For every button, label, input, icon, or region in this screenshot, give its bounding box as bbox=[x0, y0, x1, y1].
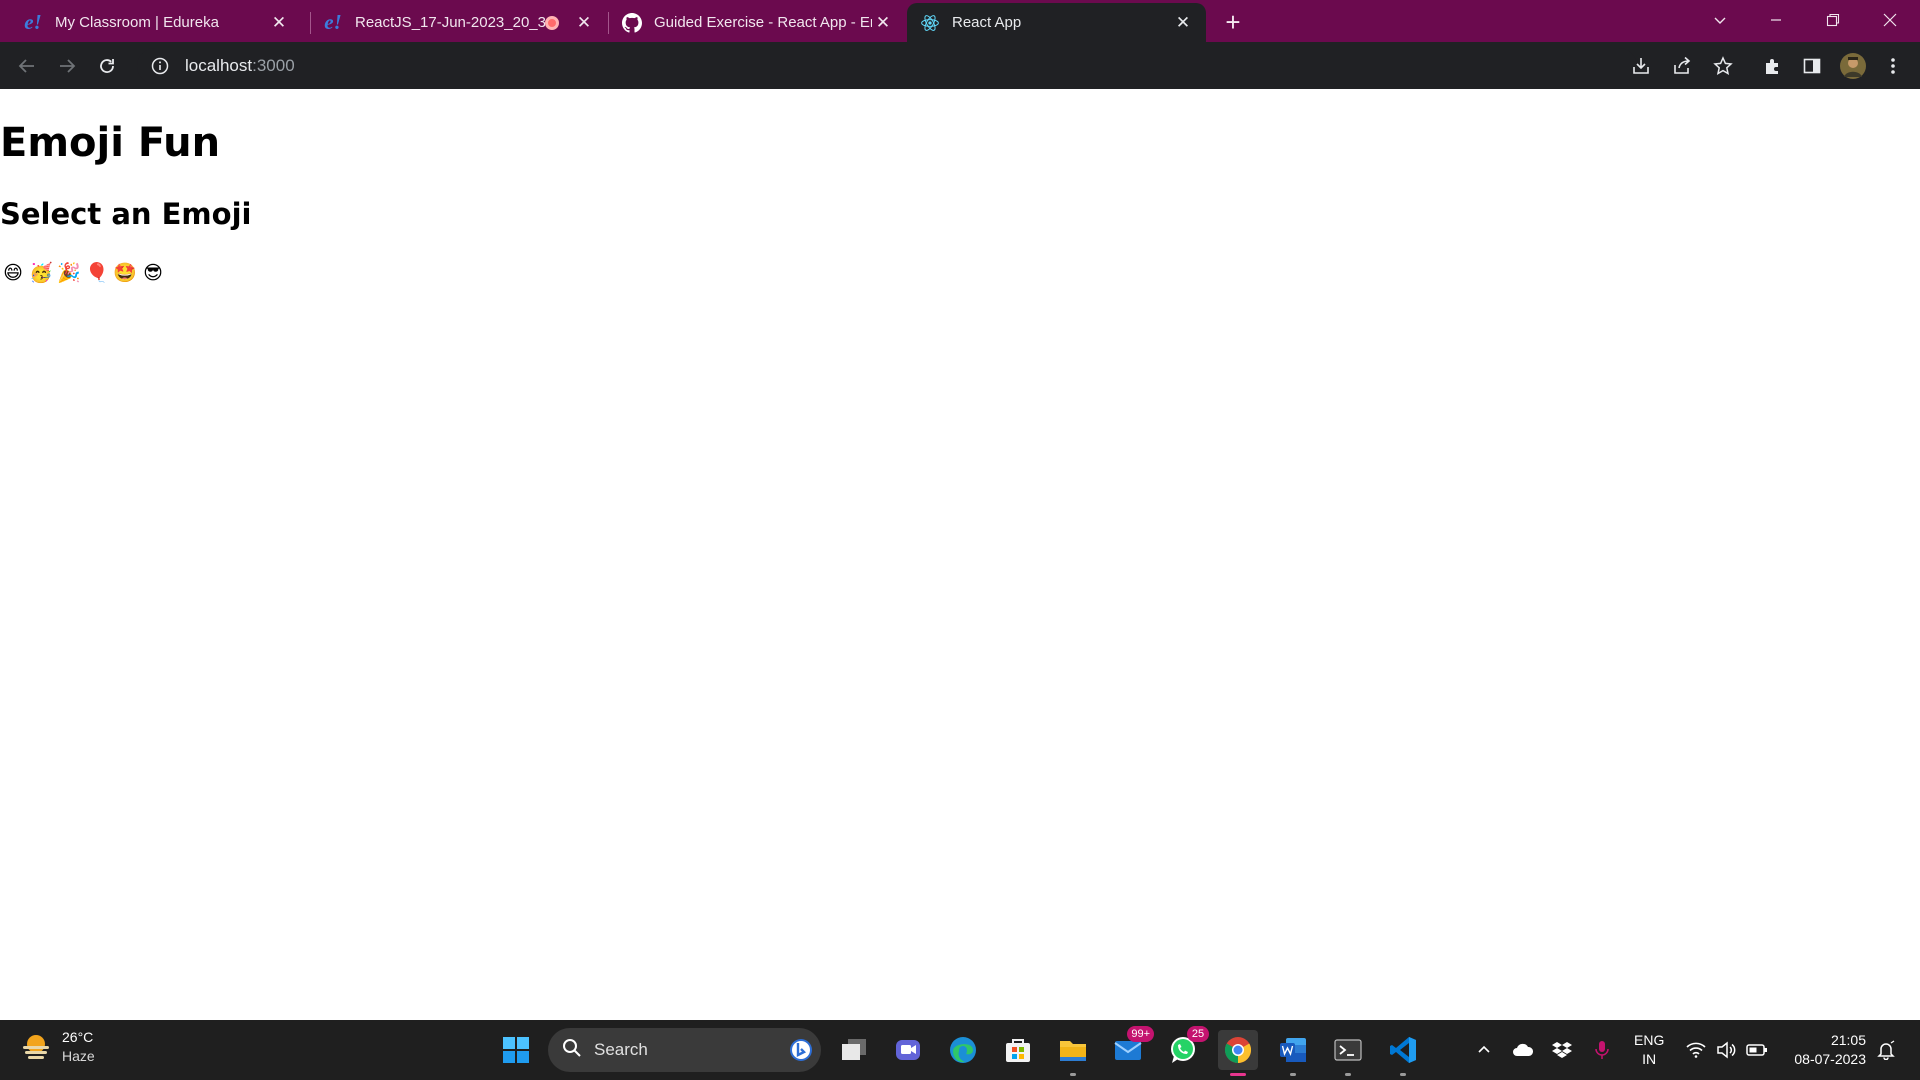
vscode-icon[interactable] bbox=[1383, 1030, 1423, 1076]
emoji-list: 😄 🥳 🎉 🎈 🤩 😎 bbox=[2, 263, 164, 285]
word-icon[interactable] bbox=[1273, 1030, 1313, 1076]
url-port: :3000 bbox=[252, 56, 295, 75]
language-region: IN bbox=[1642, 1051, 1657, 1067]
task-view-icon[interactable] bbox=[834, 1030, 874, 1070]
edureka-logo-icon: e! bbox=[324, 10, 342, 34]
running-indicator bbox=[1230, 1073, 1246, 1076]
side-panel-icon[interactable] bbox=[1797, 51, 1827, 81]
react-icon bbox=[919, 12, 941, 34]
page-subtitle: Select an Emoji bbox=[0, 197, 252, 231]
whatsapp-unread-badge: 25 bbox=[1187, 1026, 1209, 1042]
recording-icon bbox=[545, 15, 559, 30]
teams-chat-icon[interactable] bbox=[888, 1030, 928, 1070]
show-hidden-icons-chevron-icon[interactable] bbox=[1472, 1038, 1496, 1062]
emoji-balloon[interactable]: 🎈 bbox=[85, 263, 109, 285]
file-explorer-icon[interactable] bbox=[1053, 1030, 1093, 1076]
bing-icon[interactable] bbox=[789, 1038, 813, 1067]
emoji-sunglasses[interactable]: 😎 bbox=[142, 263, 164, 285]
microphone-icon[interactable] bbox=[1590, 1038, 1614, 1062]
tab-reactjs-recording[interactable]: e! ReactJS_17-Jun-2023_20_30 ✕ bbox=[310, 3, 607, 42]
tab-my-classroom[interactable]: e! My Classroom | Edureka ✕ bbox=[0, 3, 302, 42]
weather-description: Haze bbox=[62, 1048, 95, 1064]
menu-kebab-icon[interactable] bbox=[1878, 51, 1908, 81]
clock-time: 21:05 bbox=[1830, 1032, 1866, 1048]
address-bar[interactable]: localhost:3000 bbox=[137, 48, 1637, 84]
edureka-logo-icon: e! bbox=[24, 10, 42, 34]
emoji-star-struck[interactable]: 🤩 bbox=[113, 263, 137, 285]
page-title: Emoji Fun bbox=[0, 120, 221, 166]
forward-button[interactable] bbox=[51, 50, 83, 82]
close-icon[interactable]: ✕ bbox=[872, 12, 894, 34]
install-app-icon[interactable] bbox=[1626, 51, 1656, 81]
tab-title: My Classroom | Edureka bbox=[55, 14, 219, 31]
input-language-indicator[interactable]: ENG IN bbox=[1634, 1031, 1664, 1069]
system-clock[interactable]: 21:05 08-07-2023 bbox=[1786, 1031, 1866, 1069]
terminal-icon[interactable] bbox=[1328, 1030, 1368, 1076]
back-button[interactable] bbox=[11, 50, 43, 82]
profile-avatar[interactable] bbox=[1838, 51, 1868, 81]
info-icon[interactable] bbox=[150, 56, 170, 76]
whatsapp-icon[interactable]: 25 bbox=[1163, 1026, 1209, 1070]
weather-temperature: 26°C bbox=[62, 1029, 94, 1045]
emoji-grinning[interactable]: 😄 bbox=[2, 263, 24, 285]
tab-guided-exercise[interactable]: Guided Exercise - React App - Em ✕ bbox=[609, 3, 906, 42]
mail-icon[interactable]: 99+ bbox=[1108, 1026, 1154, 1070]
mail-unread-badge: 99+ bbox=[1127, 1026, 1154, 1042]
github-icon bbox=[621, 12, 643, 34]
close-icon[interactable]: ✕ bbox=[1172, 12, 1194, 34]
new-tab-button[interactable]: + bbox=[1218, 7, 1248, 37]
running-indicator bbox=[1070, 1073, 1076, 1076]
page-content: Emoji Fun Select an Emoji 😄 🥳 🎉 🎈 🤩 😎 bbox=[0, 89, 1920, 1020]
onedrive-cloud-icon[interactable] bbox=[1510, 1038, 1536, 1062]
close-icon[interactable]: ✕ bbox=[268, 12, 290, 34]
tab-title: Guided Exercise - React App - Em bbox=[654, 14, 872, 31]
url-text: localhost:3000 bbox=[185, 56, 295, 76]
weather-widget[interactable]: 26°C Haze bbox=[20, 1028, 95, 1066]
dropbox-icon[interactable] bbox=[1550, 1038, 1574, 1062]
search-label: Search bbox=[594, 1040, 648, 1059]
minimize-button[interactable] bbox=[1748, 0, 1804, 40]
browser-toolbar: localhost:3000 bbox=[0, 42, 1920, 89]
taskbar-search-input[interactable]: Search bbox=[548, 1028, 821, 1072]
running-indicator bbox=[1400, 1073, 1406, 1076]
volume-icon[interactable] bbox=[1714, 1038, 1738, 1062]
url-host: localhost bbox=[185, 56, 253, 75]
microsoft-store-icon[interactable] bbox=[998, 1030, 1038, 1070]
extensions-icon[interactable] bbox=[1758, 51, 1788, 81]
running-indicator bbox=[1290, 1073, 1296, 1076]
haze-sun-icon bbox=[20, 1031, 52, 1063]
windows-start-icon[interactable] bbox=[496, 1030, 536, 1070]
tab-title: React App bbox=[952, 14, 1022, 31]
search-icon bbox=[562, 1038, 582, 1063]
battery-icon[interactable] bbox=[1744, 1038, 1770, 1062]
tab-title: ReactJS_17-Jun-2023_20_30 bbox=[355, 14, 545, 31]
edge-browser-icon[interactable] bbox=[943, 1030, 983, 1070]
restore-button[interactable] bbox=[1805, 0, 1861, 40]
tab-react-app[interactable]: React App ✕ bbox=[907, 3, 1206, 42]
reload-button[interactable] bbox=[91, 50, 123, 82]
notifications-bell-icon[interactable] bbox=[1874, 1038, 1898, 1062]
chrome-icon[interactable] bbox=[1218, 1030, 1258, 1076]
emoji-partying-face[interactable]: 🥳 bbox=[29, 263, 53, 285]
close-window-button[interactable] bbox=[1862, 0, 1918, 40]
close-icon[interactable]: ✕ bbox=[573, 12, 595, 34]
browser-tab-strip: e! My Classroom | Edureka ✕ e! ReactJS_1… bbox=[0, 0, 1920, 42]
emoji-party-popper[interactable]: 🎉 bbox=[57, 263, 81, 285]
tab-search-chevron-icon[interactable] bbox=[1692, 0, 1748, 40]
bookmark-star-icon[interactable] bbox=[1708, 51, 1738, 81]
language-code: ENG bbox=[1634, 1032, 1665, 1048]
windows-taskbar: 26°C Haze Search 99+ 25 ENG IN 21:05 08-… bbox=[0, 1020, 1920, 1080]
clock-date: 08-07-2023 bbox=[1794, 1051, 1866, 1067]
share-icon[interactable] bbox=[1667, 51, 1697, 81]
running-indicator bbox=[1345, 1073, 1351, 1076]
wifi-icon[interactable] bbox=[1684, 1038, 1708, 1062]
